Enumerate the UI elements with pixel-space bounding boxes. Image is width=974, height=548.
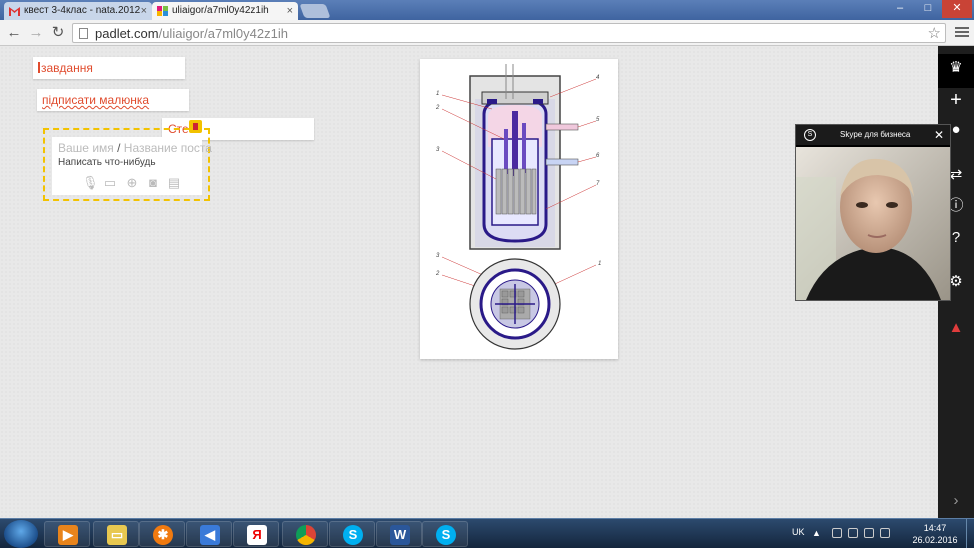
taskbar-avast[interactable]: ✱ xyxy=(139,521,185,547)
plus-icon[interactable]: + xyxy=(938,86,974,114)
diagram-label: 3 xyxy=(436,253,440,259)
diagram-label: 4 xyxy=(596,75,600,81)
title-separator: / xyxy=(117,141,121,155)
page-icon xyxy=(79,28,88,39)
new-tab-button[interactable] xyxy=(299,4,331,18)
tray-arrow-icon[interactable]: ▲ xyxy=(812,528,822,538)
skype-icon: S xyxy=(804,129,816,141)
skype-titlebar[interactable]: S Skype для бизнеса ✕ xyxy=(796,125,950,145)
tab-gmail[interactable]: квест 3-4клас - nata.2012 × xyxy=(4,2,152,20)
taskbar-skype[interactable]: S xyxy=(329,521,375,547)
word-icon: W xyxy=(390,525,410,545)
diagram-label: 2 xyxy=(435,105,440,111)
yandex-icon: Я xyxy=(247,525,267,545)
composer-card: Ваше имя / Название поста Написать что-н… xyxy=(52,137,212,195)
video-feed xyxy=(796,147,950,300)
taskbar-audio[interactable]: ◀ xyxy=(186,521,232,547)
maximize-button[interactable]: □ xyxy=(914,0,942,18)
reload-button[interactable]: ↻ xyxy=(48,23,68,43)
tab-title: квест 3-4клас - nata.2012 xyxy=(24,5,141,16)
skype-window[interactable]: S Skype для бизнеса ✕ xyxy=(795,124,951,301)
skype-title: Skype для бизнеса xyxy=(840,130,911,139)
speaker-icon: ◀ xyxy=(200,525,220,545)
delete-post-button[interactable] xyxy=(189,120,202,133)
forward-button[interactable]: → xyxy=(26,23,46,43)
post-pidpysaty[interactable]: підписати малюнка xyxy=(37,89,189,111)
window-close-button[interactable]: ✕ xyxy=(942,0,972,18)
clock-date: 26.02.2016 xyxy=(912,535,958,545)
microphone-icon[interactable]: 🎙 xyxy=(82,175,99,191)
windows-taskbar: ▶ ▭ ✱ ◀ Я S W S UK ▲ 14:47 26.02.2016 xyxy=(0,518,974,548)
skype-business-icon: S xyxy=(436,525,456,545)
close-icon[interactable]: × xyxy=(287,2,293,20)
folder-icon: ▭ xyxy=(107,525,127,545)
url-text: padlet.com/uliaigor/a7ml0y42z1ih xyxy=(95,26,288,41)
url-path: /uliaigor/a7ml0y42z1ih xyxy=(158,26,288,41)
skype-close-button[interactable]: ✕ xyxy=(934,125,944,145)
show-desktop-button[interactable] xyxy=(966,519,974,548)
post-title: підписати малюнка xyxy=(42,93,150,107)
body-placeholder[interactable]: Написать что-нибудь xyxy=(58,157,156,168)
taskbar-skype-business[interactable]: S xyxy=(422,521,468,547)
text-cursor xyxy=(38,62,40,73)
address-bar[interactable]: padlet.com/uliaigor/a7ml0y42z1ih ☆ xyxy=(72,23,946,43)
taskbar-chrome[interactable] xyxy=(282,521,328,547)
post-zavdannya[interactable]: завдання xyxy=(33,57,185,79)
language-indicator[interactable]: UK xyxy=(792,527,805,537)
avast-icon: ✱ xyxy=(153,525,173,545)
tray-flag-icon[interactable] xyxy=(880,528,890,538)
tray-device-icon[interactable] xyxy=(864,528,874,538)
diagram-label: 2 xyxy=(435,271,440,277)
chrome-icon xyxy=(296,525,316,545)
diagram-label: 3 xyxy=(436,147,440,153)
start-button[interactable] xyxy=(4,520,38,548)
clock-time: 14:47 xyxy=(923,523,947,533)
browser-toolbar: ← → ↻ padlet.com/uliaigor/a7ml0y42z1ih ☆ xyxy=(0,20,974,46)
taskbar-yandex[interactable]: Я xyxy=(233,521,279,547)
taskbar-explorer[interactable]: ▭ xyxy=(93,521,139,547)
media-player-icon: ▶ xyxy=(58,525,78,545)
composer-title-row[interactable]: Ваше имя / Название поста xyxy=(58,141,212,155)
back-button[interactable]: ← xyxy=(4,23,24,43)
gmail-icon xyxy=(9,7,20,16)
minimize-button[interactable]: – xyxy=(886,0,914,18)
new-post-composer[interactable]: Ваше имя / Название поста Написать что-н… xyxy=(43,128,212,201)
crown-icon[interactable]: ♛ xyxy=(938,54,974,88)
diagram-label: 7 xyxy=(596,181,600,187)
tray-volume-icon[interactable] xyxy=(832,528,842,538)
taskbar-media-player[interactable]: ▶ xyxy=(44,521,90,547)
bookmark-star-icon[interactable]: ☆ xyxy=(928,24,941,42)
tab-title: uliaigor/a7ml0y42z1ih xyxy=(172,5,269,16)
photo-camera-icon[interactable]: ◙ xyxy=(145,175,161,191)
padlet-icon xyxy=(157,6,168,16)
diagram-label: 5 xyxy=(596,117,600,123)
link-plus-icon[interactable]: ⊕ xyxy=(124,175,140,191)
reactor-diagram: 1 2 3 4 5 6 7 3 2 1 xyxy=(435,64,601,350)
post-title: завдання xyxy=(41,61,93,75)
warning-icon[interactable]: ▲ xyxy=(938,314,974,342)
title-placeholder: Название поста xyxy=(123,141,212,155)
video-camera-icon[interactable]: ▭ xyxy=(102,175,118,191)
diagram-label: 1 xyxy=(598,261,601,267)
chevron-right-icon[interactable]: › xyxy=(938,487,974,515)
url-host: padlet.com xyxy=(95,26,159,41)
document-icon[interactable]: ▤ xyxy=(166,175,182,191)
browser-menu-icon[interactable] xyxy=(955,25,969,39)
diagram-label: 6 xyxy=(596,153,600,159)
taskbar-clock[interactable]: 14:47 26.02.2016 xyxy=(910,522,960,546)
taskbar-word[interactable]: W xyxy=(376,521,422,547)
tab-padlet[interactable]: uliaigor/a7ml0y42z1ih × xyxy=(152,2,298,20)
reactor-diagram-post[interactable]: 1 2 3 4 5 6 7 3 2 1 xyxy=(420,59,618,359)
skype-icon: S xyxy=(343,525,363,545)
diagram-label: 1 xyxy=(436,91,439,97)
name-placeholder: Ваше имя xyxy=(58,141,114,155)
browser-tabstrip: квест 3-4клас - nata.2012 × uliaigor/a7m… xyxy=(0,0,974,20)
close-icon[interactable]: × xyxy=(141,2,147,20)
tray-network-icon[interactable] xyxy=(848,528,858,538)
